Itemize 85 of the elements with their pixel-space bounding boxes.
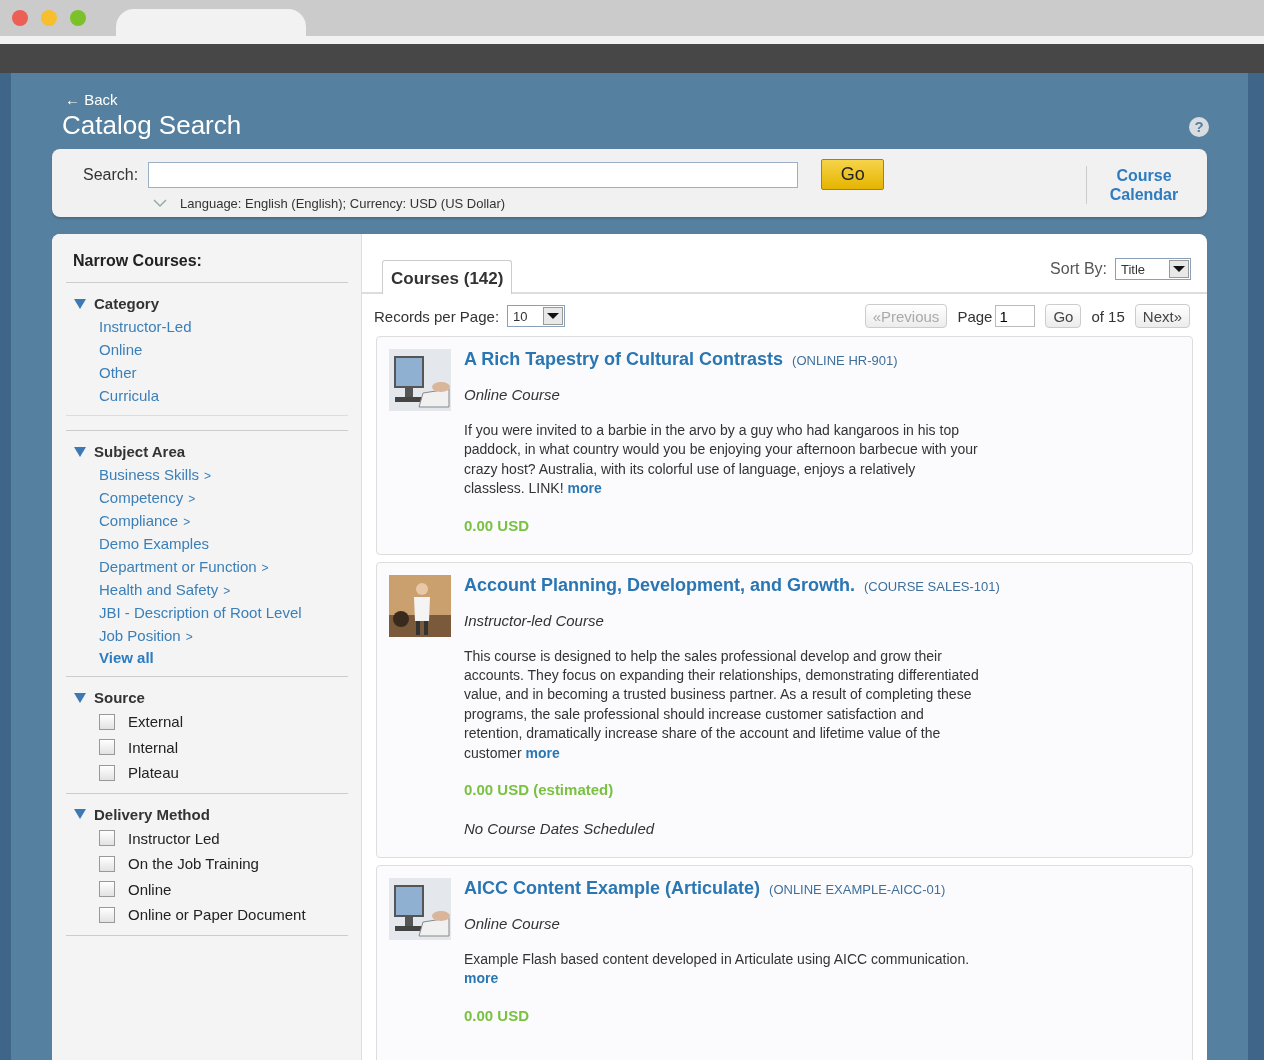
records-per-page-dropdown[interactable]: 10 xyxy=(507,305,566,327)
filter-link[interactable]: Department or Function xyxy=(99,555,257,578)
course-type: Instructor-led Course xyxy=(464,611,605,629)
filter-link[interactable]: Other xyxy=(99,361,137,384)
search-label: Search: xyxy=(83,165,139,184)
checkbox-label: Instructor Led xyxy=(128,829,220,847)
course-code: (ONLINE EXAMPLE-AICC-01) xyxy=(769,882,946,898)
go-button[interactable]: Go xyxy=(1045,304,1082,328)
course-description: If you were invited to a barbie in the arvo by a guy who had kangaroos in his top paddock, in what country would you be enjoying your afternoon barbecue with your crazy host? Australia, with its colorful use of language, enjoys a relatively classless. LINK! more xyxy=(464,421,979,499)
go-button[interactable]: Go xyxy=(821,159,885,190)
close-window-icon[interactable] xyxy=(12,10,28,26)
sort-dropdown[interactable]: Title xyxy=(1115,258,1191,280)
tab[interactable]: Courses (142) xyxy=(382,260,513,294)
search-field[interactable] xyxy=(148,161,799,188)
filter-link[interactable]: Business Skills xyxy=(99,463,200,486)
course-price: 0.00 USD xyxy=(464,516,531,534)
checkbox-label: Online or Paper Document xyxy=(128,906,306,924)
subcategory-arrow: > xyxy=(188,491,196,508)
subcategory-arrow: > xyxy=(185,629,193,646)
course-description: Example Flash based content developed in Articulate using AICC communication. more xyxy=(464,950,971,989)
filter-link[interactable]: Instructor-Led xyxy=(99,315,192,338)
course-dates-note: No Course Dates Scheduled xyxy=(464,820,656,838)
checkbox[interactable] xyxy=(99,881,115,898)
page-count: of 15 xyxy=(1091,307,1125,325)
next-button[interactable]: Next» xyxy=(1134,304,1190,328)
checkbox[interactable] xyxy=(99,855,115,872)
checkbox[interactable] xyxy=(99,906,115,923)
chevron-down-icon[interactable] xyxy=(153,199,167,208)
computer-photo-placeholder xyxy=(389,878,451,941)
more-link[interactable]: more xyxy=(525,744,560,761)
subcategory-arrow: > xyxy=(204,468,212,485)
subcategory-arrow: > xyxy=(223,583,231,600)
filter-link[interactable]: Online xyxy=(99,338,143,361)
course-price: 0.00 USD (estimated) xyxy=(464,781,615,799)
course-title-link[interactable]: AICC Content Example (Articulate) xyxy=(464,878,761,900)
course-code: (ONLINE HR-901) xyxy=(792,353,898,368)
filter-link[interactable]: Demo Examples xyxy=(99,532,210,555)
course-price: 0.00 USD xyxy=(464,1006,531,1024)
view-all-link[interactable]: View all xyxy=(99,647,348,669)
course-type: Online Course xyxy=(464,386,561,403)
course-code: (COURSE SALES-101) xyxy=(864,578,1000,594)
checkbox[interactable] xyxy=(99,739,115,756)
collapse-triangle-icon[interactable] xyxy=(74,446,86,457)
checkbox[interactable] xyxy=(99,764,115,781)
page-label: Page xyxy=(957,307,993,325)
checkbox-label: External xyxy=(128,713,184,731)
filter-link[interactable]: Compliance xyxy=(99,509,179,532)
filter-heading: Delivery Method xyxy=(94,805,210,823)
checkbox[interactable] xyxy=(99,830,115,847)
checkbox[interactable] xyxy=(99,713,115,730)
sort-label: Sort By: xyxy=(1050,260,1107,278)
filter-heading: Source xyxy=(94,689,145,706)
filter-heading: Category xyxy=(94,295,160,312)
computer-photo-placeholder xyxy=(389,349,451,411)
page-title: Catalog Search xyxy=(62,110,242,141)
course-description: This course is designed to help the sales professional develop and grow their accounts. They focus on expanding their relationships, demonstrating differentiated value, and in becoming a trusted business partner. As a result of completing these programs, the sale professional should increase customer satisfaction and retention, dramatically increase share of the account and lifetime value of the customer more xyxy=(464,646,979,763)
course-title-link[interactable]: A Rich Tapestry of Cultural Contrasts xyxy=(464,349,784,370)
help-button[interactable]: ? xyxy=(1189,117,1209,137)
filter-link[interactable]: Health and Safety xyxy=(99,578,219,601)
filter-link[interactable]: Curricula xyxy=(99,384,159,407)
more-link[interactable]: more xyxy=(567,480,602,497)
filter-link[interactable]: JBI - Description of Root Level xyxy=(99,601,302,624)
records-per-page-label: Records per Page: xyxy=(374,307,500,325)
course-calendar-link[interactable]: Course Calendar xyxy=(1086,166,1179,204)
checkbox-label: Internal xyxy=(128,738,179,756)
sidebar-heading: Narrow Courses: xyxy=(66,234,348,283)
filter-link[interactable]: Competency xyxy=(99,486,184,509)
back-link[interactable]: ← Back xyxy=(65,91,242,108)
collapse-triangle-icon[interactable] xyxy=(74,298,86,309)
filter-link[interactable]: Job Position xyxy=(99,624,181,647)
browser-tab[interactable] xyxy=(116,9,306,36)
course-title-link[interactable]: Account Planning, Development, and Growth. xyxy=(464,574,856,596)
subcategory-arrow: > xyxy=(261,560,269,577)
page-number-field[interactable]: 1 xyxy=(995,305,1036,327)
language-currency-text: Language: English (English); Currency: USD (US Dollar) xyxy=(180,196,506,211)
collapse-triangle-icon[interactable] xyxy=(74,692,86,703)
filter-heading: Subject Area xyxy=(94,443,186,460)
collapse-triangle-icon[interactable] xyxy=(74,809,86,819)
checkbox-label: Online xyxy=(128,880,172,898)
presenter-photo-placeholder xyxy=(389,574,451,637)
more-link[interactable]: more xyxy=(464,970,499,987)
checkbox-label: On the Job Training xyxy=(128,855,259,873)
subcategory-arrow: > xyxy=(183,514,191,531)
checkbox-label: Plateau xyxy=(128,764,179,782)
course-type: Online Course xyxy=(464,915,561,933)
